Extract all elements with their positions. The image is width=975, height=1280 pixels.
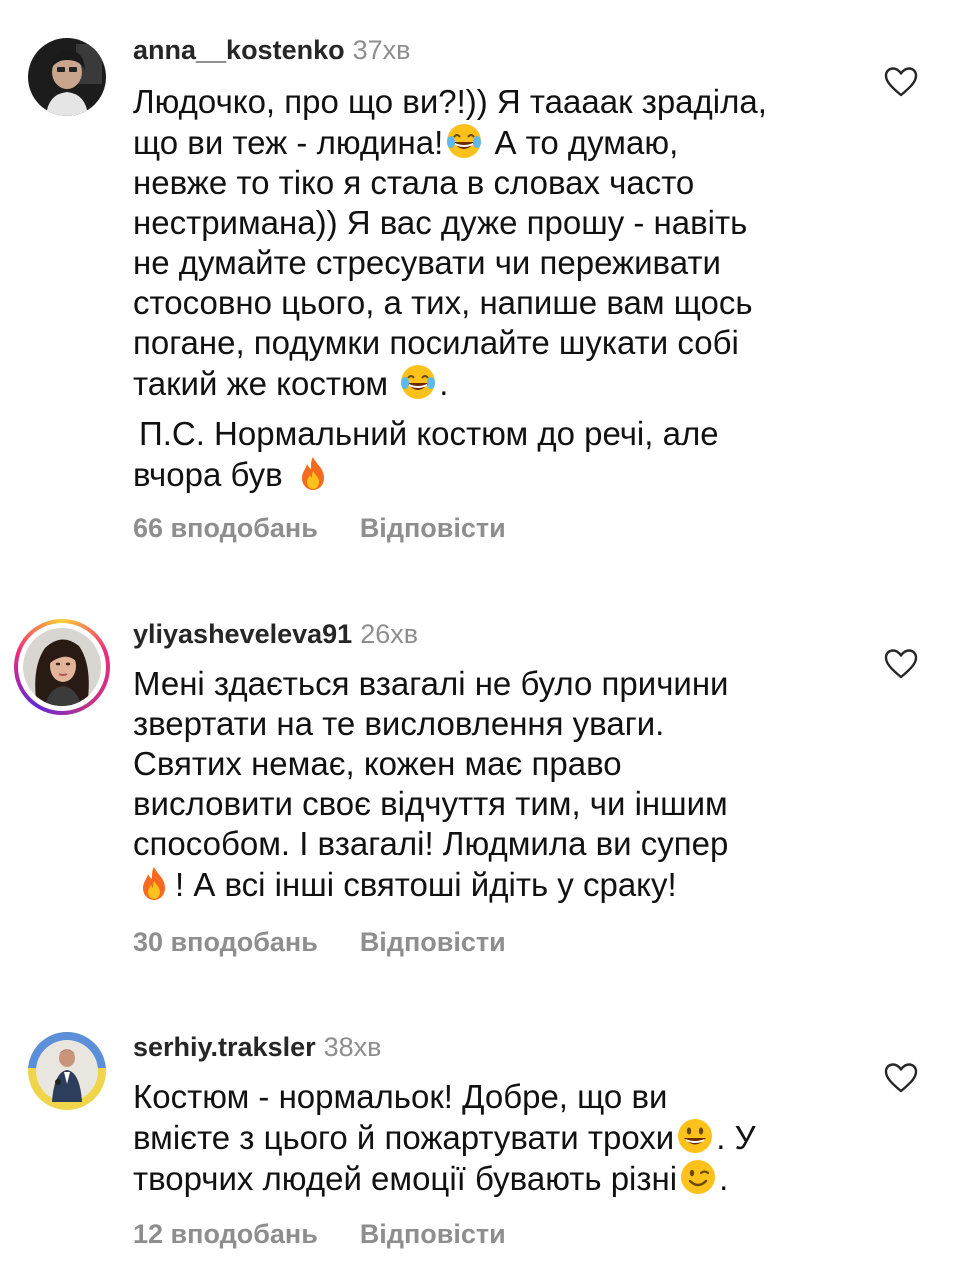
likes-count[interactable]: 30 вподобань [133,927,318,957]
username[interactable]: anna__kostenko [133,35,345,65]
winking-face-icon [679,1158,717,1196]
comments-page: anna__kostenko 37хв Людочко, про що ви?!)… [0,0,975,1280]
comment-line: Святих немає, кожен має право [133,745,622,782]
comment-line: . [439,365,449,402]
comment-line: висловити своє відчуття тим, чи іншим [133,785,728,822]
comment-footer: 12 вподобань Відповісти [133,1218,506,1250]
like-heart-icon[interactable] [884,648,918,680]
timestamp: 26хв [360,619,419,649]
comment-line: нестримана)) Я вас дуже прошу - навіть [133,204,748,241]
avatar[interactable] [28,1032,106,1110]
face-with-tears-of-joy-icon [399,363,437,401]
comment-line: звертати на те висловлення уваги. [133,705,665,742]
avatar [23,628,101,706]
comment-line: ! А всі інші святоші йдіть у сраку! [175,866,677,903]
comment-line: невже то тіко я стала в словах часто [133,164,695,201]
story-ring[interactable] [14,619,110,715]
comment-header: serhiy.traksler 38хв [133,1031,382,1063]
reply-button[interactable]: Відповісти [360,513,506,543]
comment-text: Людочко, про що ви?!)) Я таааак зраділа,… [133,82,863,495]
comment-line: П.С. Нормальний костюм до речі, але [139,415,719,452]
comment-line: . У [716,1119,756,1156]
comment-line: способом. І взагалі! Людмила ви супер [133,825,729,862]
likes-count[interactable]: 12 вподобань [133,1219,318,1249]
like-heart-icon[interactable] [884,66,918,98]
comment-line: погане, подумки посилайте шукати собі [133,324,739,361]
reply-button[interactable]: Відповісти [360,927,506,957]
comment-line: такий же костюм [133,365,398,402]
comment-line: Костюм - нормальок! Добре, що ви [133,1078,668,1115]
comment-footer: 30 вподобань Відповісти [133,926,506,958]
comment-line: вмієте з цього й пожартувати трохи [133,1119,675,1156]
comment-header: yliyasheveleva91 26хв [133,618,418,650]
likes-count[interactable]: 66 вподобань [133,513,318,543]
comment-line: що ви теж - людина! [133,124,444,161]
comment-footer: 66 вподобань Відповісти [133,512,506,544]
comment-line: не думайте стресувати чи переживати [133,244,721,281]
timestamp: 37хв [352,35,411,65]
reply-button[interactable]: Відповісти [360,1219,506,1249]
grinning-face-icon [676,1117,714,1155]
comment-line: . [719,1160,729,1197]
username[interactable]: serhiy.traksler [133,1032,316,1062]
username[interactable]: yliyasheveleva91 [133,619,352,649]
comment-text: Мені здається взагалі не було причини зв… [133,664,863,905]
avatar[interactable] [28,38,106,116]
fire-icon [135,864,173,902]
face-with-tears-of-joy-icon [445,122,483,160]
comment-line: творчих людей емоції бувають різні [133,1160,678,1197]
comment-line: Мені здається взагалі не було причини [133,665,729,702]
comment-line: Людочко, про що ви?!)) Я таааак зраділа, [133,83,767,120]
comment-line: стосовно цього, а тих, напише вам щось [133,284,753,321]
like-heart-icon[interactable] [884,1062,918,1094]
timestamp: 38хв [323,1032,382,1062]
comment-header: anna__kostenko 37хв [133,34,410,66]
comment-text: Костюм - нормальок! Добре, що ви вмієте … [133,1077,863,1199]
fire-icon [294,454,332,492]
comment-line: А то думаю, [485,124,679,161]
comment-line: вчора був [133,456,292,493]
